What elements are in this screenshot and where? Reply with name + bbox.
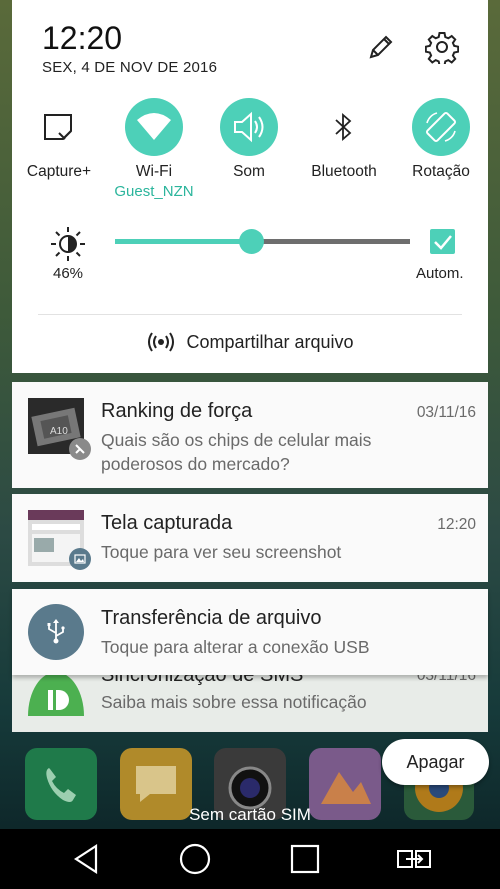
gallery-badge-icon	[69, 548, 91, 570]
tile-label: Wi-Fi	[135, 163, 173, 180]
back-icon[interactable]	[66, 839, 106, 879]
wifi-network-name: Guest_NZN	[114, 183, 194, 200]
rotation-icon	[412, 98, 470, 156]
notification-screenshot[interactable]: Tela capturada 12:20 Toque para ver seu …	[12, 494, 488, 582]
divider	[38, 314, 462, 315]
capture-plus-icon	[30, 98, 88, 156]
navigation-bar	[0, 829, 500, 889]
gear-icon[interactable]	[423, 28, 461, 66]
tile-label: Capture+	[26, 163, 92, 180]
notification-title: Ranking de força	[101, 400, 253, 422]
tile-rotation[interactable]: Rotação	[396, 98, 486, 181]
notification-text: Toque para ver seu screenshot	[101, 542, 342, 562]
auto-brightness-label: Autom.	[416, 265, 464, 282]
notification-text: Saiba mais sobre essa notificação	[101, 692, 367, 712]
usb-icon	[28, 604, 84, 660]
brightness-percent: 46%	[52, 265, 84, 282]
tile-sound[interactable]: Som	[204, 98, 294, 181]
tile-capture-plus[interactable]: Capture+	[14, 98, 104, 181]
auto-brightness-checkbox[interactable]	[430, 229, 455, 254]
wireless-share-icon	[148, 332, 175, 352]
home-icon[interactable]	[175, 839, 215, 879]
date: SEX, 4 DE NOV DE 2016	[42, 59, 218, 76]
pencil-icon[interactable]	[362, 28, 400, 66]
quick-settings-panel: 12:20 SEX, 4 DE NOV DE 2016 Capture+ Wi-…	[12, 0, 488, 373]
share-file-label: Compartilhar arquivo	[186, 331, 354, 352]
svg-text:A10: A10	[50, 426, 68, 437]
tile-label: Som	[233, 163, 265, 180]
notification-time: 12:20	[437, 516, 476, 533]
brightness-slider[interactable]	[115, 229, 410, 254]
brightness-slider-thumb[interactable]	[238, 229, 264, 254]
speaker-icon	[220, 98, 278, 156]
notification-text: Toque para alterar a conexão USB	[101, 637, 370, 657]
no-sim-text: Sem cartão SIM	[189, 805, 311, 824]
notification-time: 03/11/16	[416, 404, 476, 421]
clear-all-button[interactable]: Apagar	[382, 739, 489, 785]
notification-title: Transferência de arquivo	[101, 607, 322, 629]
tile-label: Bluetooth	[311, 163, 377, 180]
share-file-button[interactable]: Compartilhar arquivo	[12, 330, 488, 354]
recents-icon[interactable]	[285, 839, 325, 879]
notification-title: Tela capturada	[101, 512, 233, 534]
tile-bluetooth[interactable]: Bluetooth	[299, 98, 389, 181]
brightness-slider-fill	[115, 239, 251, 244]
pushbullet-icon	[28, 672, 84, 716]
app-badge-icon	[69, 438, 91, 460]
notification-file-transfer[interactable]: Transferência de arquivo Toque para alte…	[12, 589, 488, 675]
bluetooth-icon	[315, 98, 373, 156]
notification-text: Quais são os chips de celular mais poder…	[101, 430, 372, 474]
notification-ranking[interactable]: A10 Ranking de força 03/11/16 Quais são …	[12, 382, 488, 488]
tile-wifi[interactable]: Wi-Fi Guest_NZN	[109, 98, 199, 200]
dual-window-icon[interactable]	[394, 839, 434, 879]
tile-label: Rotação	[412, 163, 470, 180]
wifi-icon	[125, 98, 183, 156]
clock: 12:20	[42, 20, 123, 56]
brightness-icon	[50, 226, 86, 262]
